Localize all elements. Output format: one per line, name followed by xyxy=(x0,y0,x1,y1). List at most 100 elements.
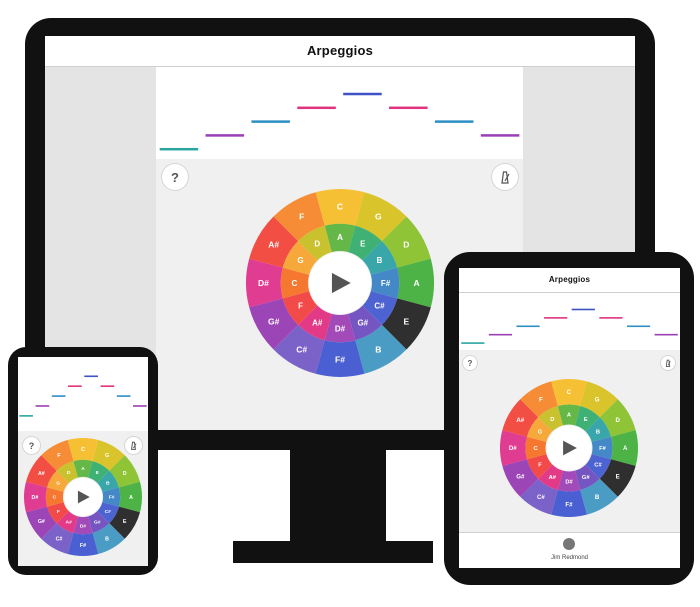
outer-note-label: A xyxy=(623,445,628,452)
phone-circle-of-fifths-wheel[interactable]: C G D A E B F# C# G# D# A# F A E B F# C# G# D# A# F C G D xyxy=(23,437,143,557)
outer-note-label: C xyxy=(81,447,85,453)
note-step xyxy=(434,120,474,123)
outer-note-label: D# xyxy=(32,495,39,501)
outer-note-label: F xyxy=(299,212,304,222)
note-step xyxy=(516,325,540,328)
outer-note-label: D# xyxy=(258,278,269,288)
note-step xyxy=(100,385,115,387)
outer-note-label: A# xyxy=(516,417,524,424)
staff-svg xyxy=(19,375,147,417)
tablet-metronome-button[interactable] xyxy=(661,356,675,370)
inner-note-label: F# xyxy=(109,495,115,501)
user-avatar[interactable] xyxy=(563,538,575,550)
tablet-footer-divider xyxy=(459,532,680,533)
outer-note-label: G# xyxy=(268,316,280,326)
wheel-svg[interactable]: CGDAEBF#C#G#D#A#FAEBF#C#G#D#A#FCGD xyxy=(23,437,143,557)
inner-note-label: C xyxy=(533,446,537,452)
inner-note-label: F# xyxy=(599,446,607,452)
inner-note-label: D# xyxy=(80,523,87,529)
inner-note-label: C# xyxy=(594,463,602,469)
metronome-icon xyxy=(665,359,671,367)
note-step xyxy=(343,92,382,96)
outer-note-label: F xyxy=(539,396,543,403)
inner-note-label: E xyxy=(360,239,366,248)
note-step xyxy=(389,106,428,110)
inner-note-label: G xyxy=(538,429,543,435)
note-step xyxy=(571,308,595,311)
metronome-icon xyxy=(501,171,510,184)
outer-note-label: A# xyxy=(38,471,45,477)
inner-note-label: B xyxy=(596,429,600,435)
outer-note-label: E xyxy=(123,519,127,525)
note-step xyxy=(626,325,651,328)
note-step xyxy=(599,317,623,319)
tablet-help-button[interactable]: ? xyxy=(463,356,477,370)
outer-note-label: D# xyxy=(509,445,517,452)
note-step xyxy=(68,385,82,387)
note-step xyxy=(480,134,520,137)
inner-note-label: F xyxy=(298,302,303,311)
outer-note-label: A# xyxy=(268,240,279,250)
inner-note-label: C# xyxy=(105,509,112,515)
outer-note-label: F# xyxy=(565,501,573,508)
inner-note-label: F# xyxy=(381,279,391,288)
staff-svg xyxy=(461,308,678,344)
inner-note-label: A# xyxy=(549,475,557,481)
note-step xyxy=(251,120,290,123)
tablet-circle-of-fifths-wheel[interactable]: C G D A E B F# C# G# D# A# F A E B F# C# G# D# A# F C G D xyxy=(499,378,639,518)
monitor-base xyxy=(233,541,433,563)
monitor-neck xyxy=(290,450,386,542)
outer-note-label: B xyxy=(375,344,381,354)
inner-note-label: G# xyxy=(582,475,590,481)
metronome-button[interactable] xyxy=(492,164,518,190)
note-step xyxy=(544,317,568,319)
inner-note-label: C xyxy=(53,495,57,501)
note-step xyxy=(51,395,66,397)
inner-note-label: G xyxy=(297,256,303,265)
outer-note-label: F# xyxy=(80,543,86,549)
note-step xyxy=(654,333,678,336)
note-step xyxy=(159,147,199,151)
wheel-svg[interactable]: CGDAEBF#C#G#D#A#FAEBF#C#G#D#A#FCGD xyxy=(245,188,435,378)
inner-note-label: F xyxy=(538,463,542,469)
arpeggio-staff xyxy=(156,67,523,159)
note-step xyxy=(488,333,513,336)
tablet-app-title: Arpeggios xyxy=(459,268,680,293)
outer-note-label: C xyxy=(337,201,343,211)
wheel-svg[interactable]: CGDAEBF#C#G#D#A#FAEBF#C#G#D#A#FCGD xyxy=(499,378,639,518)
tablet-screen: Arpeggios ? C G D A E B F# C# G# D# A# F A E B F# C# G# D#… xyxy=(459,268,680,568)
phone-screen: ? C G D A E B F# C# G# D# A# F A E B F# C# G# D# A# F C G D xyxy=(18,357,148,566)
tablet-arpeggio-staff xyxy=(459,293,680,349)
outer-note-label: E xyxy=(404,316,410,326)
inner-note-label: D# xyxy=(565,479,573,485)
note-step xyxy=(133,405,147,407)
inner-note-label: C# xyxy=(374,302,385,311)
inner-note-label: D xyxy=(314,239,320,248)
inner-note-label: G# xyxy=(357,318,368,327)
app-title: Arpeggios xyxy=(45,36,635,67)
inner-note-label: F xyxy=(57,509,60,515)
outer-note-label: F# xyxy=(335,355,345,365)
circle-of-fifths-wheel[interactable]: C G D A E B F# C# G# D# A# F A E B F# C# G# D# A# F C G D xyxy=(245,188,435,404)
inner-note-label: A xyxy=(567,413,571,419)
phone-arpeggio-staff xyxy=(18,357,148,423)
outer-note-label: G# xyxy=(516,473,525,480)
outer-note-label: D xyxy=(403,240,409,250)
outer-note-label: A xyxy=(129,495,133,501)
inner-note-label: G xyxy=(56,480,60,486)
inner-note-label: D xyxy=(550,417,554,423)
inner-note-label: G# xyxy=(94,520,101,526)
inner-note-label: E xyxy=(584,417,588,423)
outer-note-label: G xyxy=(105,453,109,459)
note-step xyxy=(84,375,98,378)
outer-note-label: D xyxy=(123,471,127,477)
outer-note-label: G xyxy=(595,396,600,403)
outer-note-label: G# xyxy=(38,519,45,525)
inner-note-label: B xyxy=(377,256,383,265)
inner-note-label: D# xyxy=(335,324,346,333)
inner-note-label: B xyxy=(106,480,110,486)
outer-note-label: C# xyxy=(296,344,307,354)
outer-note-label: C# xyxy=(537,494,545,501)
help-button[interactable]: ? xyxy=(162,164,188,190)
outer-note-label: D xyxy=(615,417,620,424)
